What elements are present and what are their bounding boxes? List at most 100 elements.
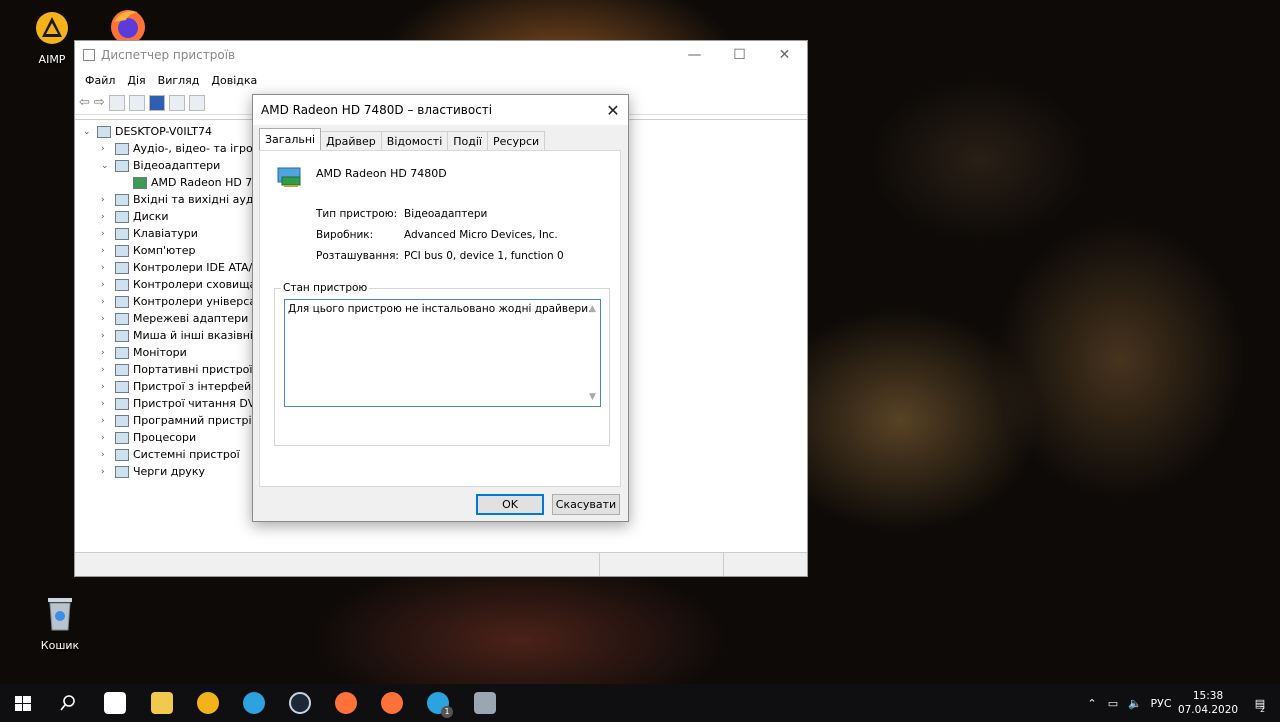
volume-icon[interactable]: 🔈 — [1124, 697, 1146, 710]
tree-item[interactable]: ⌄ Відеоадаптери — [101, 157, 220, 174]
dialog-titlebar[interactable]: AMD Radeon HD 7480D – властивості ✕ — [253, 95, 628, 125]
properties-toolbar-icon[interactable] — [108, 94, 125, 111]
tree-item[interactable]: › Клавіатури — [101, 225, 198, 242]
menubar: Файл Дія Вигляд Довідка — [75, 69, 807, 91]
tree-item-label: Програмний пристрій — [133, 414, 259, 427]
tree-item[interactable]: › Диски — [101, 208, 169, 225]
tab-details[interactable]: Відомості — [380, 131, 449, 150]
tree-item[interactable]: › Програмний пристрій — [101, 412, 259, 429]
chevron-right-icon[interactable]: › — [101, 365, 113, 375]
chevron-right-icon[interactable]: › — [101, 433, 113, 443]
view-icon[interactable] — [168, 94, 185, 111]
steam-icon[interactable] — [289, 692, 311, 714]
language-indicator[interactable]: РУС — [1146, 697, 1176, 710]
menu-view[interactable]: Вигляд — [152, 74, 206, 87]
tree-item-label: Відеоадаптери — [133, 159, 221, 172]
minimize-button[interactable]: — — [672, 47, 717, 63]
chevron-right-icon[interactable]: › — [101, 450, 113, 460]
tree-item-label: Пристрої читання DVD — [133, 397, 264, 410]
chevron-right-icon[interactable]: › — [101, 314, 113, 324]
forward-icon[interactable]: ⇨ — [94, 95, 105, 110]
aimp-taskbar-icon[interactable] — [197, 692, 219, 714]
scan-hardware-icon[interactable] — [188, 94, 205, 111]
tree-item[interactable]: › Портативні пристрої — [101, 361, 252, 378]
tree-item[interactable]: › Процесори — [101, 429, 196, 446]
chevron-right-icon[interactable]: › — [101, 348, 113, 358]
tree-item[interactable]: › Черги друку — [101, 463, 205, 480]
device-manager-taskbar-icon[interactable] — [474, 692, 496, 714]
file-explorer-icon[interactable] — [151, 692, 173, 714]
tab-general[interactable]: Загальні — [259, 128, 322, 150]
chevron-right-icon[interactable]: › — [101, 382, 113, 392]
desktop-icon-recycle-bin[interactable]: Кошик — [28, 592, 92, 652]
dtek-app-icon[interactable] — [104, 692, 126, 714]
tree-item[interactable]: › Контролери сховища — [101, 276, 256, 293]
chevron-right-icon[interactable]: › — [101, 144, 113, 154]
scroll-down-icon[interactable]: ▼ — [585, 392, 600, 402]
tree-item[interactable]: › Контролери IDE ATA/AT — [101, 259, 266, 276]
telegram-taskbar-icon-active[interactable]: 1 — [427, 692, 453, 718]
device-status-textbox[interactable]: Для цього пристрою не інстальовано жодні… — [284, 299, 601, 407]
chevron-right-icon[interactable]: › — [101, 416, 113, 426]
firefox-taskbar-icon[interactable] — [335, 692, 357, 714]
search-icon[interactable] — [57, 692, 79, 714]
dialog-title: AMD Radeon HD 7480D – властивості — [261, 103, 493, 117]
tree-root[interactable]: ⌄ DESKTOP-V0ILT74 — [83, 123, 212, 140]
tree-item-label: Мережеві адаптери — [133, 312, 249, 325]
chevron-right-icon[interactable]: › — [101, 297, 113, 307]
scroll-up-icon[interactable]: ▲ — [585, 304, 600, 314]
tree-item[interactable]: › Аудіо-, відео- та ігрові — [101, 140, 262, 157]
chevron-right-icon[interactable]: › — [101, 467, 113, 477]
tree-item[interactable]: › Пристрої читання DVD — [101, 395, 264, 412]
chevron-down-icon[interactable]: ⌄ — [83, 127, 95, 137]
storage-icon — [115, 278, 129, 291]
back-icon[interactable]: ⇦ — [79, 95, 90, 110]
help-icon[interactable] — [148, 94, 165, 111]
chevron-up-icon[interactable]: ⌃ — [1082, 697, 1102, 710]
clock[interactable]: 15:38 07.04.2020 — [1176, 689, 1240, 717]
tree-item[interactable]: › Вхідні та вихідні аудіо — [101, 191, 263, 208]
chevron-right-icon[interactable]: › — [101, 229, 113, 239]
menu-file[interactable]: Файл — [79, 74, 121, 87]
print-queue-icon — [115, 465, 129, 478]
show-hidden-icon[interactable] — [128, 94, 145, 111]
start-icon[interactable] — [12, 692, 34, 714]
ok-button[interactable]: OK — [476, 494, 544, 515]
tree-item-label: Черги друку — [133, 465, 205, 478]
network-icon[interactable]: ▭ — [1102, 697, 1124, 710]
menu-action[interactable]: Дія — [121, 74, 151, 87]
tree-item[interactable]: › Контролери універсаль — [101, 293, 270, 310]
cancel-button[interactable]: Скасувати — [552, 494, 620, 515]
maximize-button[interactable]: ☐ — [717, 47, 762, 63]
tree-item[interactable]: › Комп'ютер — [101, 242, 195, 259]
chevron-right-icon[interactable]: › — [101, 331, 113, 341]
tree-item[interactable]: › Пристрої з інтерфейсо — [101, 378, 264, 395]
telegram-badge: 1 — [441, 706, 453, 718]
chevron-right-icon[interactable]: › — [101, 280, 113, 290]
tab-resources[interactable]: Ресурси — [487, 131, 546, 150]
tab-events[interactable]: Події — [447, 131, 488, 150]
tab-driver[interactable]: Драйвер — [320, 131, 382, 150]
chevron-right-icon[interactable]: › — [101, 263, 113, 273]
chevron-right-icon[interactable]: › — [101, 212, 113, 222]
telegram-icon[interactable] — [243, 692, 265, 714]
chevron-right-icon[interactable]: › — [101, 399, 113, 409]
tree-item[interactable]: › Системні пристрої — [101, 446, 240, 463]
firefox-taskbar-icon-active[interactable] — [381, 692, 403, 714]
menu-help[interactable]: Довідка — [205, 74, 263, 87]
dvd-icon — [115, 397, 129, 410]
status-scrollbar[interactable]: ▲ ▼ — [585, 300, 600, 406]
chevron-right-icon[interactable]: › — [101, 246, 113, 256]
device-status-group: Стан пристрою Для цього пристрою не інст… — [274, 282, 610, 446]
notification-icon[interactable]: ▤ 2 — [1240, 697, 1280, 714]
device-status-label: Стан пристрою — [281, 282, 370, 294]
device-manager-titlebar[interactable]: Диспетчер пристроїв — ☐ ✕ — [75, 41, 807, 69]
tree-item-selected-device[interactable]: AMD Radeon HD 74 — [119, 174, 259, 191]
chevron-down-icon[interactable]: ⌄ — [101, 161, 113, 171]
tree-item[interactable]: › Миша й інші вказівні п — [101, 327, 264, 344]
close-button[interactable]: ✕ — [762, 47, 807, 63]
close-icon[interactable]: ✕ — [598, 101, 628, 120]
tree-item[interactable]: › Монітори — [101, 344, 187, 361]
chevron-right-icon[interactable]: › — [101, 195, 113, 205]
tree-item[interactable]: › Мережеві адаптери — [101, 310, 248, 327]
